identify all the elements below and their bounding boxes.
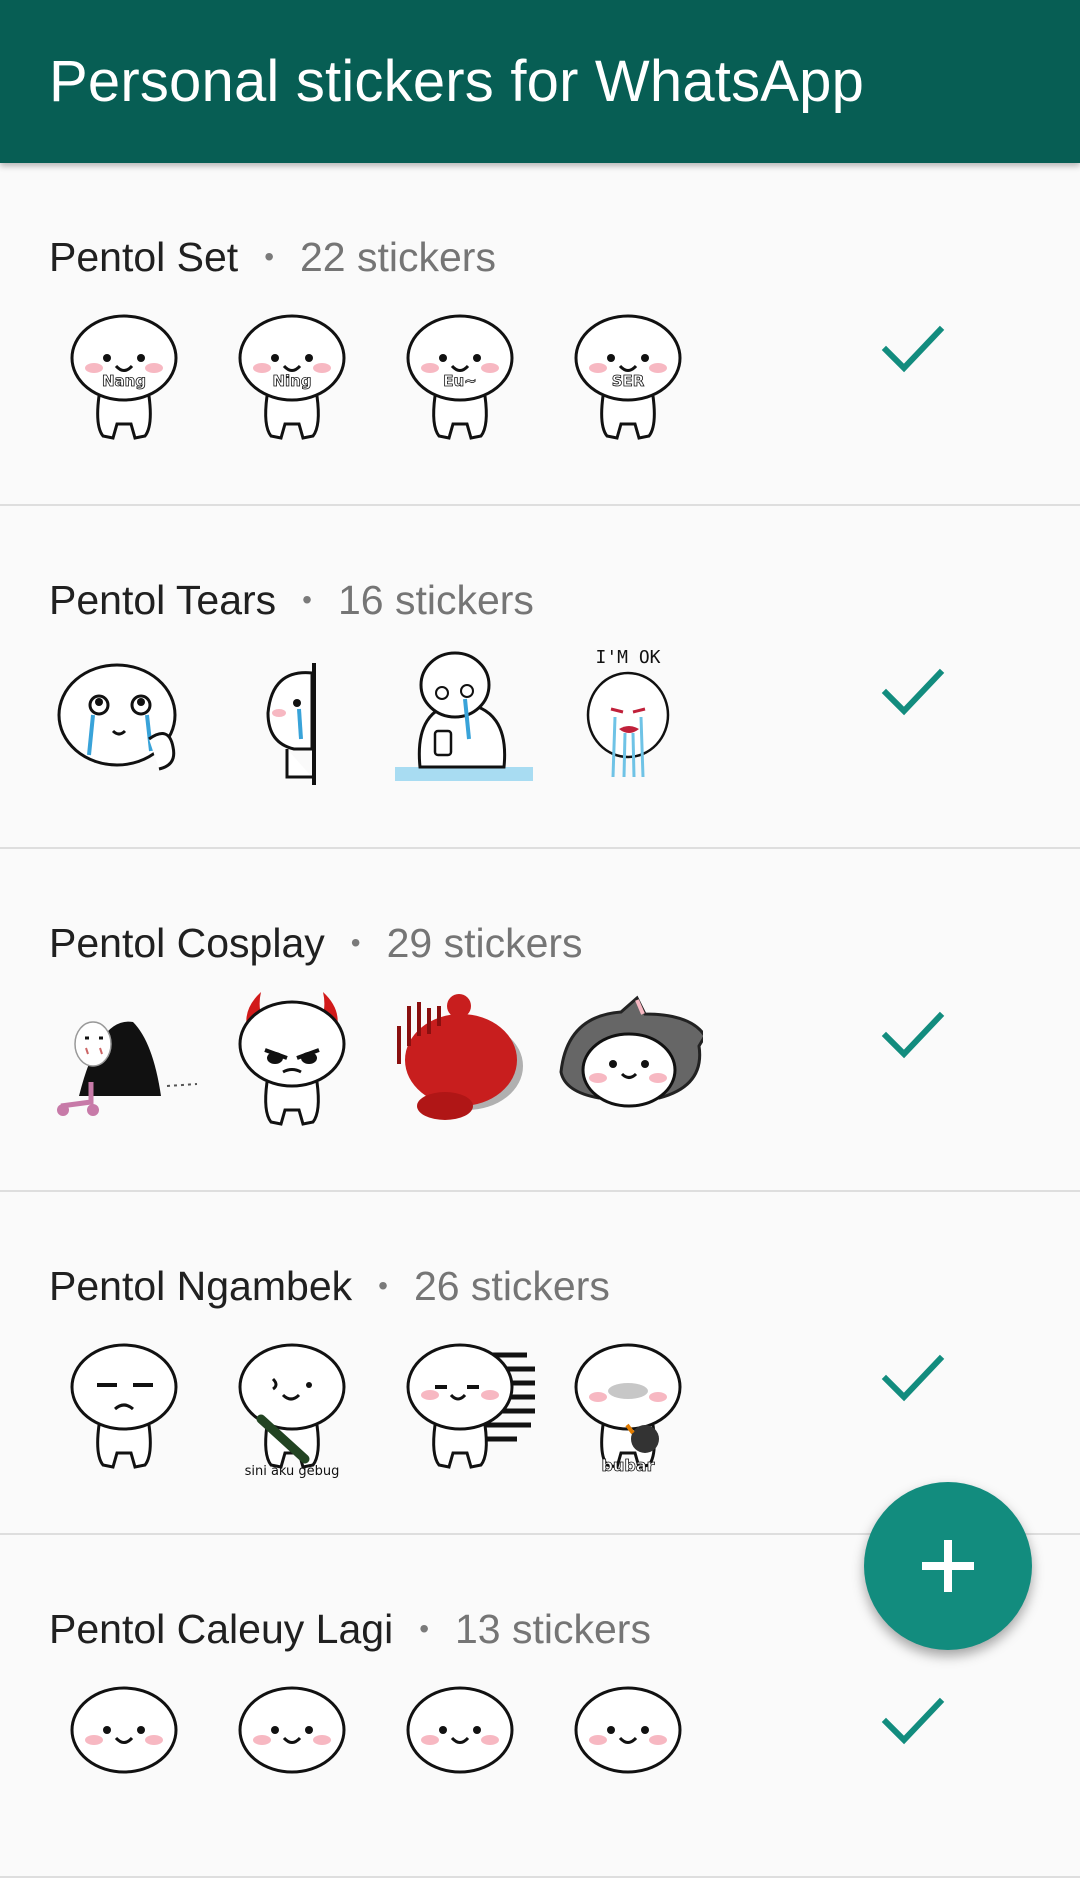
svg-text:Nang: Nang (102, 372, 146, 390)
pentol-running-sticker (406, 1343, 535, 1469)
sticker-pack-row[interactable]: Pentol Ngambek • 26 stickers sini aku gebug… (0, 1192, 1080, 1535)
added-check-icon (881, 1697, 945, 1745)
svg-text:Eu~: Eu~ (443, 372, 477, 390)
pack-header: Pentol Caleuy Lagi • 13 stickers (49, 1599, 651, 1659)
separator-dot: • (350, 927, 361, 958)
pentol-sticker (574, 1686, 682, 1774)
pentol-peeking-crying-sticker (266, 663, 316, 785)
pack-name: Pentol Ngambek (49, 1262, 353, 1309)
devil-horns-sticker (238, 992, 346, 1126)
sticker-pack-row[interactable]: Pentol Tears • 16 stickers I'M OK (0, 506, 1080, 849)
app-title: Personal stickers for WhatsApp (49, 49, 865, 114)
sticker-previews (49, 1672, 703, 1822)
added-check-icon (881, 1011, 945, 1059)
added-check-icon (881, 325, 945, 373)
sticker-pack-row[interactable]: Pentol Set • 22 stickers Nang Ning Eu~ SER (0, 163, 1080, 506)
svg-text:Ning: Ning (272, 372, 311, 390)
pack-name: Pentol Tears (49, 576, 277, 623)
svg-text:I'M OK: I'M OK (595, 647, 660, 668)
added-check-icon (881, 1354, 945, 1402)
pack-header: Pentol Cosplay • 29 stickers (49, 913, 583, 973)
add-pack-button[interactable] (864, 1482, 1032, 1650)
pentol-standing-sticker: SER (574, 314, 682, 440)
pack-header: Pentol Tears • 16 stickers (49, 570, 534, 630)
sticker-count: 26 stickers (413, 1262, 610, 1309)
pentol-sulking-sticker (70, 1343, 178, 1469)
app-bar: Personal stickers for WhatsApp (0, 0, 1080, 163)
pentol-crying-sticker (57, 663, 177, 771)
sticker-pack-row[interactable]: Pentol Cosplay • 29 stickers (0, 849, 1080, 1192)
sticker-count: 29 stickers (386, 919, 583, 966)
pentol-bat-sticker: sini aku gebug (238, 1343, 346, 1479)
separator-dot: • (378, 1270, 388, 1301)
pentol-sticker (406, 1686, 514, 1774)
no-face-scooter-sticker (57, 1021, 198, 1116)
sticker-previews: Nang Ning Eu~ SER (49, 300, 703, 450)
pentol-standing-sticker: Nang (70, 314, 178, 440)
pentol-crying-phone-sticker (395, 651, 533, 781)
red-blob-sticker (397, 994, 523, 1120)
pentol-standing-sticker: Eu~ (406, 314, 514, 440)
plus-icon (922, 1540, 974, 1592)
sticker-previews: I'M OK (49, 643, 703, 793)
svg-text:SER: SER (612, 372, 645, 390)
pentol-bomb-sticker: bubar (574, 1343, 682, 1475)
wolf-hood-sticker (559, 995, 703, 1108)
pack-name: Pentol Cosplay (49, 919, 325, 966)
sticker-count: 22 stickers (300, 233, 496, 280)
separator-dot: • (419, 1613, 429, 1644)
separator-dot: • (264, 241, 274, 272)
pack-name: Pentol Caleuy Lagi (49, 1605, 394, 1652)
sticker-count: 13 stickers (455, 1605, 651, 1652)
pack-header: Pentol Ngambek • 26 stickers (49, 1256, 610, 1316)
svg-text:sini aku gebug: sini aku gebug (245, 1464, 340, 1479)
pentol-standing-sticker: Ning (238, 314, 346, 440)
pentol-sticker (70, 1686, 178, 1774)
svg-text:bubar: bubar (602, 1456, 655, 1475)
sticker-previews (49, 986, 703, 1136)
pentol-sticker (238, 1686, 346, 1774)
separator-dot: • (302, 584, 312, 615)
pentol-crying-ok-sticker: I'M OK (586, 647, 670, 778)
added-check-icon (881, 668, 945, 716)
pack-header: Pentol Set • 22 stickers (49, 227, 496, 287)
sticker-previews: sini aku gebug bubar (49, 1329, 703, 1479)
sticker-count: 16 stickers (337, 576, 534, 623)
pack-name: Pentol Set (49, 233, 239, 280)
